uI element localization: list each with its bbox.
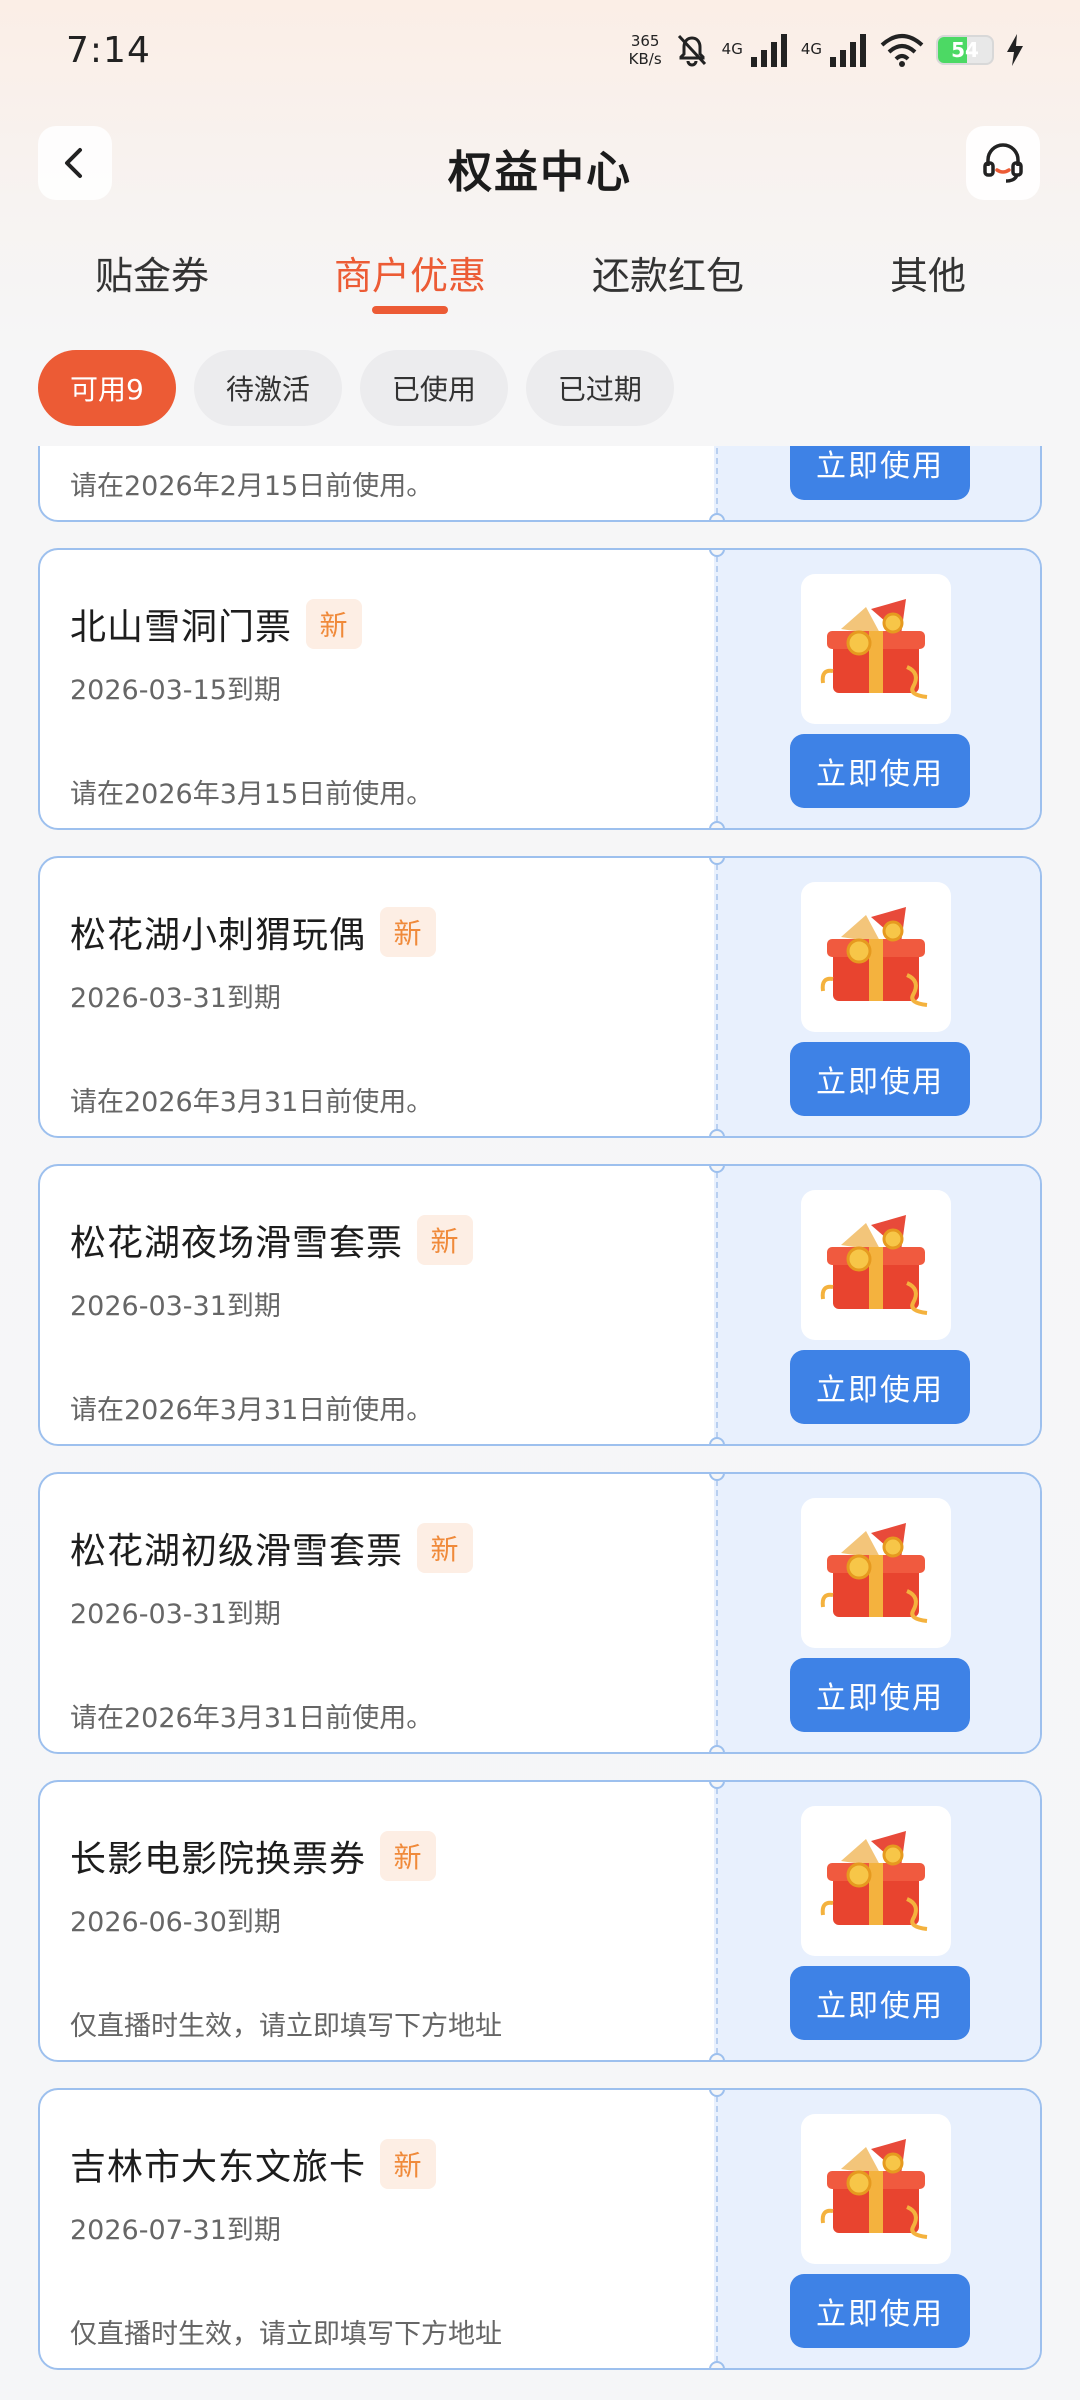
use-now-button[interactable]: 立即使用 [790,2274,970,2348]
customer-service-button[interactable] [966,126,1040,200]
coupon-title-row: 松花湖夜场滑雪套票 新 [70,1214,474,1266]
new-badge: 新 [380,1831,437,1881]
network-speed-value: 365 [630,32,660,50]
battery-level: 54 [951,38,979,62]
new-badge: 新 [417,1215,474,1265]
page-title: 权益中心 [448,147,632,198]
coupon-expiry: 2026-06-30到期 [70,1907,281,1938]
active-tab-indicator [372,306,448,314]
gift-box-icon [801,574,951,724]
app-screen: 7:14 365 KB/s 4G 4G 54 权益中心 贴金券 商户优惠 还款红… [0,0,1080,2400]
filter-available[interactable]: 可用9 [38,350,176,426]
coupon-usage-note: 请在2026年3月31日前使用。 [70,1087,434,1118]
coupon-title: 北山雪洞门票 [70,607,293,648]
coupon-title: 吉林市大东文旅卡 [70,2147,367,2188]
mute-icon [677,34,706,67]
coupon-expiry: 2026-07-31到期 [70,2215,281,2246]
new-badge: 新 [380,907,437,957]
coupon-title-row: 长影电影院换票券 新 [70,1830,437,1882]
coupon-card: 松花湖小刺猬玩偶 新 2026-03-31到期 请在2026年3月31日前使用。 [38,856,1042,1138]
network-speed-unit: KB/s [628,50,662,68]
coupon-title-row: 北山雪洞门票 新 [70,598,363,650]
status-time: 7:14 [66,29,151,71]
charging-icon [1007,34,1023,66]
gift-box-icon [801,1498,951,1648]
coupon-expiry: 2026-03-31到期 [70,1599,281,1630]
status-icons: 365 KB/s 4G 4G 54 [629,32,1024,68]
coupon-card: 松花湖初级滑雪套票 新 2026-03-31到期 请在2026年3月31日前使用… [38,1472,1042,1754]
use-now-button[interactable]: 立即使用 [790,446,970,500]
category-tabs: 贴金券 商户优惠 还款红包 其他 [0,232,1080,322]
coupon-card: 长影电影院换票券 新 2026-06-30到期 仅直播时生效，请立即填写下方地址 [38,1780,1042,2062]
filter-expired[interactable]: 已过期 [525,350,674,426]
signal-2-label: 4G [800,40,822,58]
use-now-button[interactable]: 立即使用 [790,734,970,808]
coupon-title-row: 吉林市大东文旅卡 新 [70,2138,437,2190]
coupon-card: 北山雪洞门票 新 2026-03-15到期 请在2026年3月15日前使用。 立… [38,548,1042,830]
battery-indicator: 54 [936,35,994,65]
coupon-expiry: 2026-03-31到期 [70,983,281,1014]
status-bar: 7:14 365 KB/s 4G 4G 54 [0,0,1080,100]
new-badge: 新 [417,1523,474,1573]
coupon-title: 长影电影院换票券 [70,1839,367,1880]
gift-box-icon [801,882,951,1032]
gift-box-icon [801,1806,951,1956]
coupon-title-row: 松花湖初级滑雪套票 新 [70,1522,474,1574]
wifi-icon [880,34,924,67]
headset-icon [983,143,1023,183]
coupon-usage-note: 请在2026年3月15日前使用。 [70,779,434,810]
filter-chips: 可用9 待激活 已使用 已过期 [38,350,674,426]
use-now-button[interactable]: 立即使用 [790,1658,970,1732]
tab-merchant-offers[interactable]: 商户优惠 [300,232,520,312]
coupon-usage-note: 仅直播时生效，请立即填写下方地址 [70,2011,502,2042]
coupon-title-row: 松花湖小刺猬玩偶 新 [70,906,437,958]
filter-pending-activation[interactable]: 待激活 [193,350,342,426]
coupon-title: 松花湖初级滑雪套票 [70,1531,404,1572]
signal-1-label: 4G [721,40,743,58]
coupon-usage-note: 请在2026年3月31日前使用。 [70,1395,434,1426]
coupon-title: 松花湖夜场滑雪套票 [70,1223,404,1264]
coupon-usage-note: 请在2026年2月15日前使用。 [70,471,434,502]
filter-used[interactable]: 已使用 [359,350,508,426]
new-badge: 新 [306,599,363,649]
coupon-title: 松花湖小刺猬玩偶 [70,915,367,956]
coupon-card: 吉林市大东文旅卡 新 2026-07-31到期 仅直播时生效，请立即填写下方地址 [38,2088,1042,2370]
tab-coupons[interactable]: 贴金券 [42,232,262,312]
coupon-list: 请在2026年2月15日前使用。 立即使用 北山雪洞门票 新 2026-03-1… [38,446,1042,2400]
coupon-expiry: 2026-03-15到期 [70,675,281,706]
header: 权益中心 [0,118,1080,208]
coupon-card: 松花湖夜场滑雪套票 新 2026-03-31到期 请在2026年3月31日前使用… [38,1164,1042,1446]
network-speed: 365 KB/s [629,32,662,68]
tab-others[interactable]: 其他 [818,232,1038,312]
use-now-button[interactable]: 立即使用 [790,1042,970,1116]
use-now-button[interactable]: 立即使用 [790,1350,970,1424]
gift-box-icon [801,2114,951,2264]
cellular-signal-icon [750,34,787,67]
gift-box-icon [801,1190,951,1340]
cellular-signal-icon [830,34,866,67]
coupon-usage-note: 仅直播时生效，请立即填写下方地址 [70,2319,502,2350]
tab-repayment-red-packet[interactable]: 还款红包 [558,232,778,312]
coupon-usage-note: 请在2026年3月31日前使用。 [70,1703,434,1734]
new-badge: 新 [380,2139,437,2189]
coupon-card: 请在2026年2月15日前使用。 立即使用 [38,446,1042,522]
coupon-expiry: 2026-03-31到期 [70,1291,281,1322]
use-now-button[interactable]: 立即使用 [790,1966,970,2040]
